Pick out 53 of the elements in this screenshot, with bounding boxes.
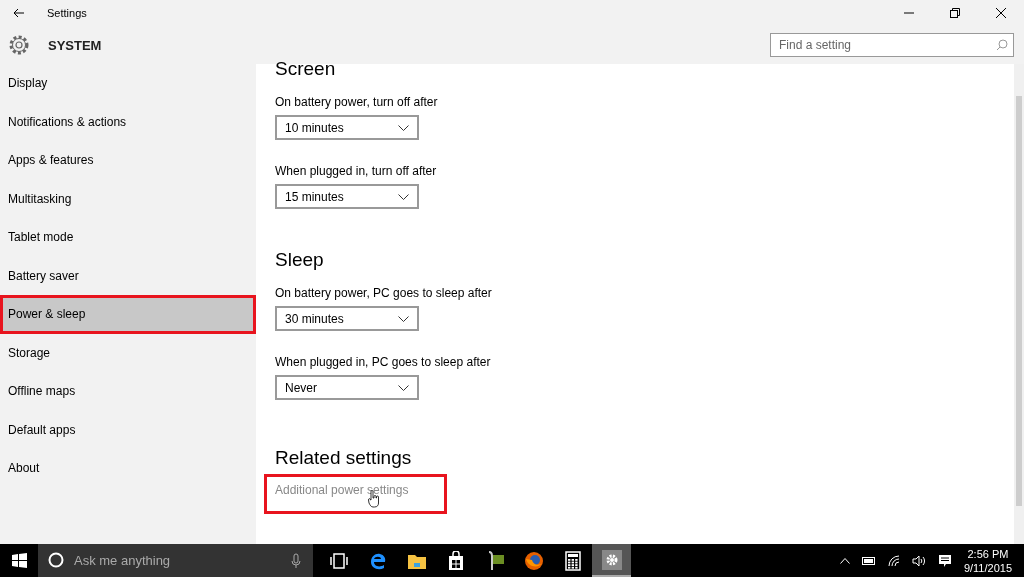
minimize-icon	[904, 12, 914, 14]
dropdown[interactable]: Never	[275, 375, 419, 400]
chevron-down-icon	[398, 384, 409, 391]
wifi-icon[interactable]	[887, 554, 900, 567]
sidebar-item[interactable]: Battery saver	[0, 256, 256, 295]
section-heading: Related settings	[275, 446, 413, 470]
sidebar-item[interactable]: Multitasking	[0, 179, 256, 218]
sidebar-item[interactable]: Display	[0, 64, 256, 103]
taskbar-app-button[interactable]	[592, 544, 631, 577]
dropdown[interactable]: 30 minutes	[275, 306, 419, 331]
dropdown[interactable]: 10 minutes	[275, 115, 419, 140]
speaker-icon[interactable]	[911, 554, 926, 567]
setting-label: When plugged in, turn off after	[275, 164, 438, 178]
chevron-down-icon	[398, 315, 409, 322]
shopping-bag-icon	[446, 550, 465, 571]
sidebar-item[interactable]: Tablet mode	[0, 218, 256, 257]
sidebar-item[interactable]: About	[0, 449, 256, 488]
sidebar-item[interactable]: Power & sleep	[0, 295, 256, 334]
setting-label: On battery power, turn off after	[275, 95, 439, 109]
gear-icon	[601, 549, 622, 570]
microphone-icon	[291, 553, 301, 569]
power-settings-link[interactable]: Additional power settings	[264, 474, 448, 514]
sidebar-item[interactable]: Offline maps	[0, 372, 256, 411]
back-arrow-icon	[13, 8, 25, 18]
scrollbar[interactable]	[1014, 64, 1024, 544]
sidebar-item[interactable]: Apps & features	[0, 141, 256, 180]
section-heading: Screen	[275, 57, 337, 81]
battery-icon[interactable]	[861, 556, 876, 565]
gear-icon	[8, 34, 30, 56]
setting-label: When plugged in, PC goes to sleep after	[275, 355, 492, 369]
chevron-down-icon	[398, 124, 409, 131]
calculator-icon	[564, 550, 581, 571]
clock[interactable]: 2:56 PM 9/11/2015	[963, 546, 1012, 575]
chevron-down-icon	[398, 193, 409, 200]
chevron-up-icon[interactable]	[839, 557, 850, 564]
setting-label: On battery power, PC goes to sleep after	[275, 286, 493, 300]
sidebar-item[interactable]: Storage	[0, 333, 256, 372]
task-view-icon	[329, 552, 348, 569]
close-icon	[996, 8, 1006, 18]
clock-date: 9/11/2015	[963, 560, 1012, 575]
dropdown[interactable]: 15 minutes	[275, 184, 419, 209]
clock-time: 2:56 PM	[967, 546, 1009, 561]
section-title: SYSTEM	[48, 37, 102, 53]
sidebar-item[interactable]: Default apps	[0, 410, 256, 449]
globe-fox-icon	[523, 550, 544, 571]
window-title: Settings	[47, 7, 87, 19]
notification-icon[interactable]	[937, 553, 952, 568]
search-field[interactable]: Find a setting	[770, 33, 1014, 57]
restore-icon	[950, 8, 960, 18]
sidebar-item[interactable]: Notifications & actions	[0, 102, 256, 141]
section-heading: Sleep	[275, 248, 325, 272]
windows-logo-icon	[11, 553, 27, 568]
taskbar-search-field[interactable]: Ask me anything	[38, 544, 313, 577]
